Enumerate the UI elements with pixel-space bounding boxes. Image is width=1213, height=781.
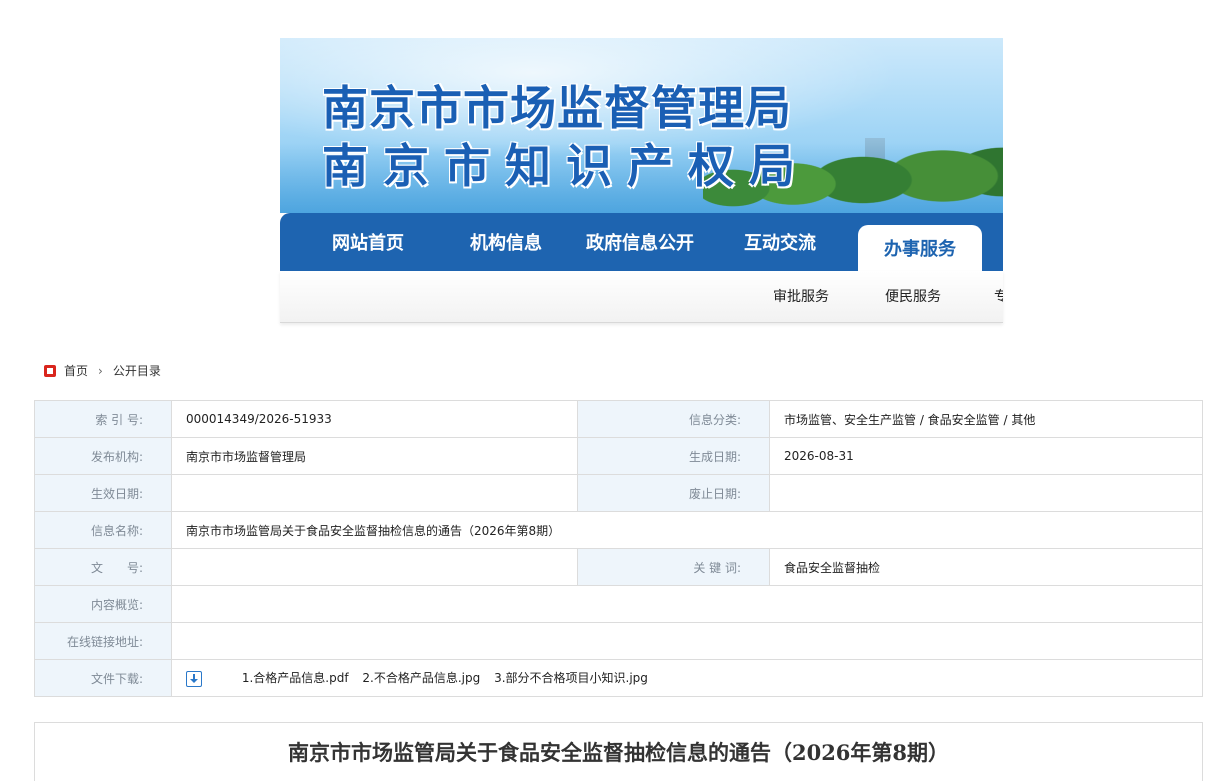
table-row: 索 引 号: 000014349/2026-51933 信息分类: 市场监管、安… [34,400,1203,438]
breadcrumb-home[interactable]: 首页 [64,362,88,379]
breadcrumb-separator: › [98,363,103,378]
breadcrumb-current[interactable]: 公开目录 [113,362,161,379]
doc-number-label: 文 号: [34,548,172,586]
summary-value [171,585,1203,623]
keywords-value: 食品安全监督抽检 [769,548,1203,586]
nav-item-home[interactable]: 网站首页 [332,229,404,255]
breadcrumb: 首页 › 公开目录 [44,362,161,379]
nav-item-gov-info[interactable]: 政府信息公开 [586,229,694,255]
sub-nav: 审批服务 便民服务 专 [280,271,1003,323]
site-title-line2: 南京市知识产权局 [322,139,810,193]
table-row: 文 号: 关 键 词: 食品安全监督抽检 [34,548,1203,586]
main-nav: 网站首页 机构信息 政府信息公开 互动交流 办事服务 [280,213,1003,271]
file-link-unqualified[interactable]: 2.不合格产品信息.jpg [362,671,480,685]
table-row: 在线链接地址: [34,622,1203,660]
header-banner: 南京市市场监督管理局 南京市知识产权局 [280,38,1003,213]
created-date-label: 生成日期: [577,437,770,475]
category-value: 市场监管、安全生产监管 / 食品安全监管 / 其他 [769,400,1203,438]
subnav-item-convenience[interactable]: 便民服务 [885,286,941,306]
download-files: 1.合格产品信息.pdf 2.不合格产品信息.jpg 3.部分不合格项目小知识.… [171,659,1203,697]
info-name-value: 南京市市场监管局关于食品安全监督抽检信息的通告（2026年第8期） [171,511,1203,549]
expire-date-value [769,474,1203,512]
expire-date-label: 废止日期: [577,474,770,512]
article-title: 南京市市场监管局关于食品安全监督抽检信息的通告（2026年第8期） [287,740,950,765]
category-label: 信息分类: [577,400,770,438]
nav-item-services[interactable]: 办事服务 [858,225,982,271]
file-link-qualified[interactable]: 1.合格产品信息.pdf [242,671,349,685]
table-row: 生效日期: 废止日期: [34,474,1203,512]
file-link-knowledge[interactable]: 3.部分不合格项目小知识.jpg [494,671,648,685]
publisher-value: 南京市市场监督管理局 [171,437,578,475]
created-date-value: 2026-08-31 [769,437,1203,475]
subnav-item-special[interactable]: 专 [994,286,1003,306]
info-meta-table: 索 引 号: 000014349/2026-51933 信息分类: 市场监管、安… [34,400,1203,697]
download-icon[interactable] [186,670,202,687]
table-row: 文件下载: 1.合格产品信息.pdf 2.不合格产品信息.jpg 3.部分不合格… [34,659,1203,697]
site-title-line1: 南京市市场监督管理局 [322,81,792,135]
effective-date-value [171,474,578,512]
table-row: 发布机构: 南京市市场监督管理局 生成日期: 2026-08-31 [34,437,1203,475]
home-icon [44,364,56,377]
online-link-value [171,622,1203,660]
table-row: 内容概览: [34,585,1203,623]
keywords-label: 关 键 词: [577,548,770,586]
online-link-label: 在线链接地址: [34,622,172,660]
nav-item-interaction[interactable]: 互动交流 [744,229,816,255]
doc-number-value [171,548,578,586]
info-name-label: 信息名称: [34,511,172,549]
index-label: 索 引 号: [34,400,172,438]
effective-date-label: 生效日期: [34,474,172,512]
download-label: 文件下载: [34,659,172,697]
summary-label: 内容概览: [34,585,172,623]
table-row: 信息名称: 南京市市场监管局关于食品安全监督抽检信息的通告（2026年第8期） [34,511,1203,549]
publisher-label: 发布机构: [34,437,172,475]
nav-item-organization[interactable]: 机构信息 [470,229,542,255]
index-value: 000014349/2026-51933 [171,400,578,438]
subnav-item-approval[interactable]: 审批服务 [773,286,829,306]
article-panel: 南京市市场监管局关于食品安全监督抽检信息的通告（2026年第8期） [34,722,1203,781]
